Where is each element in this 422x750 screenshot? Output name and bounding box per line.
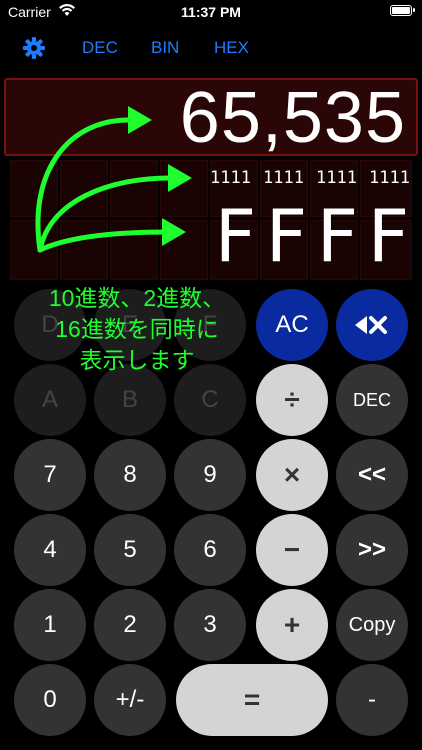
binary-group: 1111 (210, 168, 251, 188)
clock: 11:37 PM (181, 4, 241, 20)
key-3[interactable]: 3 (174, 589, 246, 661)
equals-button[interactable]: = (176, 664, 328, 736)
bit-cell (160, 220, 208, 280)
decimal-value: 65,535 (179, 78, 406, 158)
multiply-button[interactable]: × (256, 439, 328, 511)
hex-digit: F (265, 194, 308, 278)
plus-button[interactable]: + (256, 589, 328, 661)
negate-button[interactable]: +/- (94, 664, 166, 736)
backspace-icon (355, 316, 387, 334)
shift-left-button[interactable]: << (336, 439, 408, 511)
divide-button[interactable]: ÷ (256, 364, 328, 436)
key-5[interactable]: 5 (94, 514, 166, 586)
bit-cell (60, 160, 108, 217)
key-9[interactable]: 9 (174, 439, 246, 511)
mode-dec-button[interactable]: DEC (82, 38, 118, 58)
gear-icon[interactable] (22, 36, 46, 60)
key-1[interactable]: 1 (14, 589, 86, 661)
binary-group: 1111 (369, 168, 410, 188)
binary-group: 1111 (263, 168, 304, 188)
hex-digit: F (214, 194, 257, 278)
hex-digit: F (367, 194, 410, 278)
binary-display: 1111 1111 1111 1111 (198, 168, 410, 188)
key-2[interactable]: 2 (94, 589, 166, 661)
bit-cell (110, 160, 158, 217)
battery-icon (390, 5, 415, 16)
all-clear-button[interactable]: AC (256, 289, 328, 361)
bit-cell (10, 160, 58, 217)
minus-button[interactable]: − (256, 514, 328, 586)
bit-cell (60, 220, 108, 280)
key-0[interactable]: 0 (14, 664, 86, 736)
key-6[interactable]: 6 (174, 514, 246, 586)
key-7[interactable]: 7 (14, 439, 86, 511)
copy-button[interactable]: Copy (336, 589, 408, 661)
binary-group: 1111 (316, 168, 357, 188)
key-4[interactable]: 4 (14, 514, 86, 586)
dec-button[interactable]: DEC (336, 364, 408, 436)
bit-cell (110, 220, 158, 280)
annotation-caption: 10進数、2進数、 16進数を同時に 表示します (12, 283, 262, 376)
caption-line: 表示します (79, 347, 195, 373)
key-8[interactable]: 8 (94, 439, 166, 511)
battery-level (392, 7, 410, 14)
backspace-button[interactable] (336, 289, 408, 361)
dash-button[interactable]: - (336, 664, 408, 736)
bit-cell (10, 220, 58, 280)
mode-bin-button[interactable]: BIN (151, 38, 179, 58)
caption-line: 10進数、2進数、 (48, 285, 226, 311)
status-bar: Carrier 11:37 PM (0, 0, 422, 26)
hex-display: FFFF (208, 196, 412, 276)
hex-digit: F (316, 194, 359, 278)
mode-hex-button[interactable]: HEX (214, 38, 249, 58)
shift-right-button[interactable]: >> (336, 514, 408, 586)
toolbar: DEC BIN HEX (0, 34, 422, 62)
caption-line: 16進数を同時に (55, 316, 219, 342)
decimal-display: 65,535 (4, 78, 418, 158)
